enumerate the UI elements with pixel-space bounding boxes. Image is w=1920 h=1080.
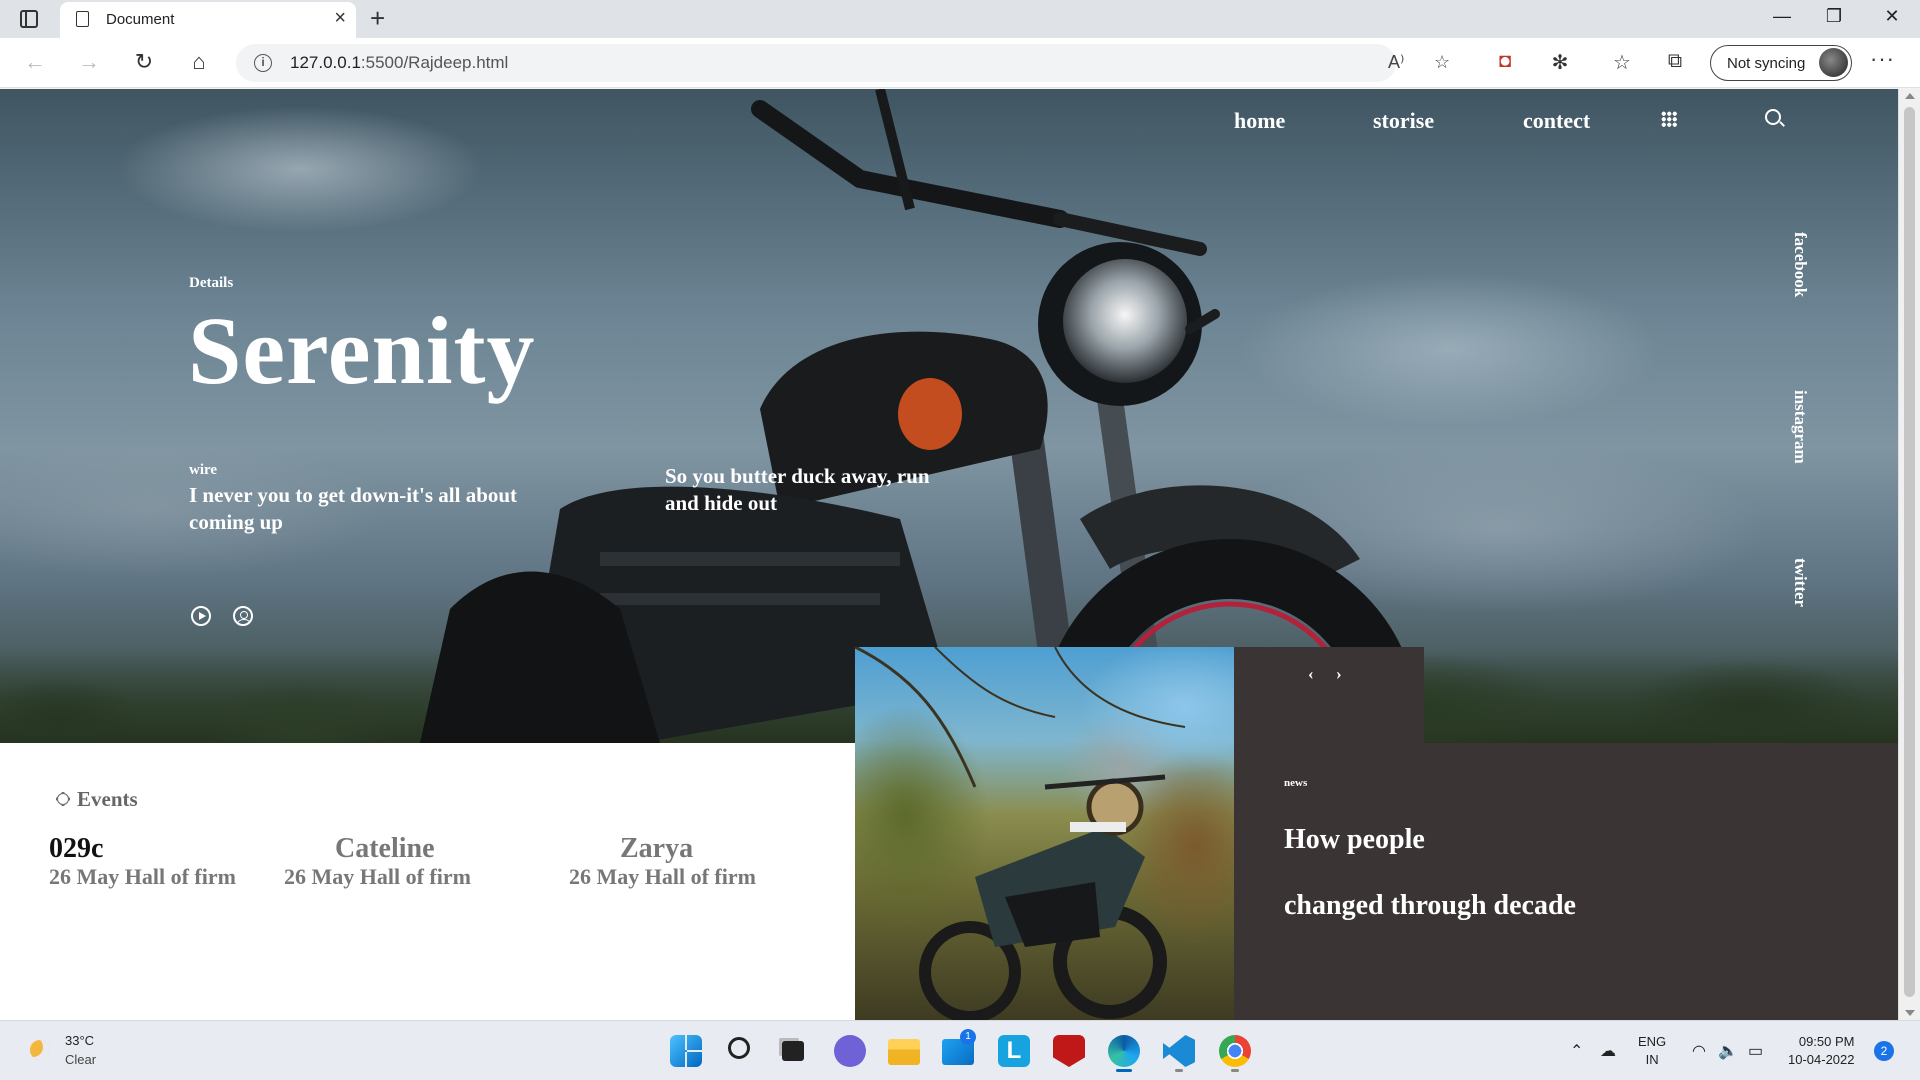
chrome-running-indicator [1231, 1069, 1239, 1072]
social-instagram[interactable]: instagram [1790, 390, 1810, 464]
search-icon[interactable] [1765, 109, 1781, 125]
chevron-left-icon[interactable]: ‹ [1308, 664, 1314, 684]
new-tab-icon[interactable]: + [370, 3, 385, 34]
site-info-icon[interactable]: i [254, 54, 272, 72]
add-favorite-icon[interactable]: ☆ [1434, 52, 1450, 73]
profile-sync-button[interactable]: Not syncing [1710, 45, 1852, 81]
wire-label: wire [189, 462, 218, 478]
sun-icon [57, 793, 69, 805]
nav-storise[interactable]: storise [1373, 108, 1434, 134]
scroll-down-icon[interactable] [1905, 1010, 1915, 1016]
battery-icon[interactable]: ▭ [1748, 1041, 1763, 1061]
web-page: home storise contect facebook instagram … [0, 89, 1898, 1020]
more-icon[interactable]: ··· [1870, 46, 1895, 72]
language-indicator[interactable]: ENG IN [1638, 1033, 1666, 1069]
pocket-icon[interactable]: ◘ [1490, 50, 1520, 73]
tab-bar: Document × + — ❐ ✕ [0, 0, 1920, 38]
file-explorer-icon[interactable] [888, 1039, 920, 1065]
close-window-icon[interactable]: ✕ [1872, 6, 1912, 27]
vscode-icon[interactable] [1163, 1035, 1195, 1067]
event-subtitle: 26 May Hall of firm [284, 864, 471, 889]
news-controls-panel [1234, 647, 1424, 743]
weather-temp[interactable]: 33°C [65, 1033, 94, 1048]
minimize-icon[interactable]: — [1762, 6, 1802, 27]
refresh-icon[interactable]: ↻ [129, 49, 159, 75]
notification-badge[interactable]: 2 [1874, 1041, 1894, 1061]
events-section: Events 029c 26 May Hall of firm Cateline… [0, 743, 855, 1020]
event-name[interactable]: 029c [49, 833, 103, 865]
lexicon-icon[interactable]: L [998, 1035, 1030, 1067]
read-aloud-icon[interactable]: A⁾ [1388, 52, 1404, 73]
taskbar-search-icon[interactable] [728, 1037, 750, 1059]
motorcycle-photo-illustration [855, 647, 1186, 1020]
chrome-icon[interactable] [1219, 1035, 1251, 1067]
play-icon[interactable] [191, 606, 211, 626]
windows-start-icon[interactable] [670, 1035, 702, 1067]
apps-grid-icon[interactable] [1661, 111, 1677, 127]
news-section [1234, 743, 1898, 1020]
restore-icon[interactable]: ❐ [1814, 6, 1854, 27]
edge-active-indicator [1116, 1069, 1132, 1072]
close-tab-icon[interactable]: × [334, 7, 346, 30]
user-circle-icon[interactable] [233, 606, 253, 626]
back-icon[interactable]: ← [20, 49, 50, 75]
edge-icon[interactable] [1108, 1035, 1140, 1067]
hero-title: Serenity [188, 297, 536, 404]
url-field[interactable]: i 127.0.0.1:5500/Rajdeep.html A⁾ ☆ [236, 44, 1450, 82]
favorites-icon[interactable]: ☆ [1607, 50, 1637, 75]
event-subtitle: 26 May Hall of firm [49, 864, 236, 889]
teams-chat-icon[interactable] [834, 1035, 866, 1067]
scroll-up-icon[interactable] [1905, 93, 1915, 99]
mcafee-icon[interactable] [1053, 1035, 1085, 1067]
address-bar: ← → ↻ ⌂ i 127.0.0.1:5500/Rajdeep.html A⁾… [0, 38, 1920, 88]
event-subtitle: 26 May Hall of firm [569, 864, 756, 889]
social-facebook[interactable]: facebook [1790, 232, 1810, 297]
motorcycle-photo [855, 647, 1234, 1020]
clock[interactable]: 09:50 PM 10-04-2022 [1788, 1033, 1855, 1069]
volume-icon[interactable]: 🔈 [1718, 1041, 1738, 1061]
hero-quote: I never you to get down-it's all about c… [189, 483, 518, 534]
moon-icon[interactable] [30, 1040, 50, 1060]
news-label: news [1284, 777, 1308, 789]
social-twitter[interactable]: twitter [1790, 558, 1810, 607]
chevron-right-icon[interactable]: › [1336, 664, 1342, 684]
document-icon [76, 11, 89, 27]
extensions-icon[interactable]: ✻ [1545, 50, 1575, 75]
url-text: 127.0.0.1:5500/Rajdeep.html [290, 53, 509, 72]
vscode-running-indicator [1175, 1069, 1183, 1072]
nav-contect[interactable]: contect [1523, 108, 1590, 134]
avatar [1819, 48, 1848, 77]
page-scrollbar[interactable] [1898, 89, 1920, 1020]
news-headline-line-2[interactable]: changed through decade [1284, 890, 1576, 922]
tab-actions-icon[interactable] [20, 10, 38, 28]
weather-condition[interactable]: Clear [65, 1052, 96, 1067]
taskbar: 33°C Clear 1 L ⌃ ☁ ENG IN ◠ 🔈 ▭ 09:50 PM… [0, 1020, 1920, 1080]
onedrive-icon[interactable]: ☁ [1600, 1041, 1616, 1061]
wifi-icon[interactable]: ◠ [1692, 1041, 1706, 1061]
hero-quote-secondary: So you butter duck away, run and hide ou… [665, 464, 930, 515]
event-name[interactable]: Zarya [620, 833, 693, 865]
nav-home[interactable]: home [1234, 108, 1285, 134]
events-heading: Events [57, 787, 138, 812]
task-view-icon[interactable] [782, 1041, 804, 1061]
news-headline-line-1[interactable]: How people [1284, 824, 1425, 856]
motorcycle-image [420, 89, 1420, 743]
tab-title: Document [106, 11, 175, 28]
sync-label: Not syncing [1727, 55, 1806, 72]
forward-icon[interactable]: → [74, 49, 104, 75]
collections-icon[interactable]: ⧉ [1660, 50, 1690, 73]
chevron-up-icon[interactable]: ⌃ [1570, 1041, 1583, 1061]
home-icon[interactable]: ⌂ [184, 49, 214, 75]
tab-document[interactable]: Document × [60, 2, 356, 38]
hero-kicker: Details [189, 275, 234, 291]
event-name[interactable]: Cateline [335, 833, 435, 865]
scroll-thumb[interactable] [1904, 107, 1915, 997]
mail-badge: 1 [960, 1029, 976, 1045]
